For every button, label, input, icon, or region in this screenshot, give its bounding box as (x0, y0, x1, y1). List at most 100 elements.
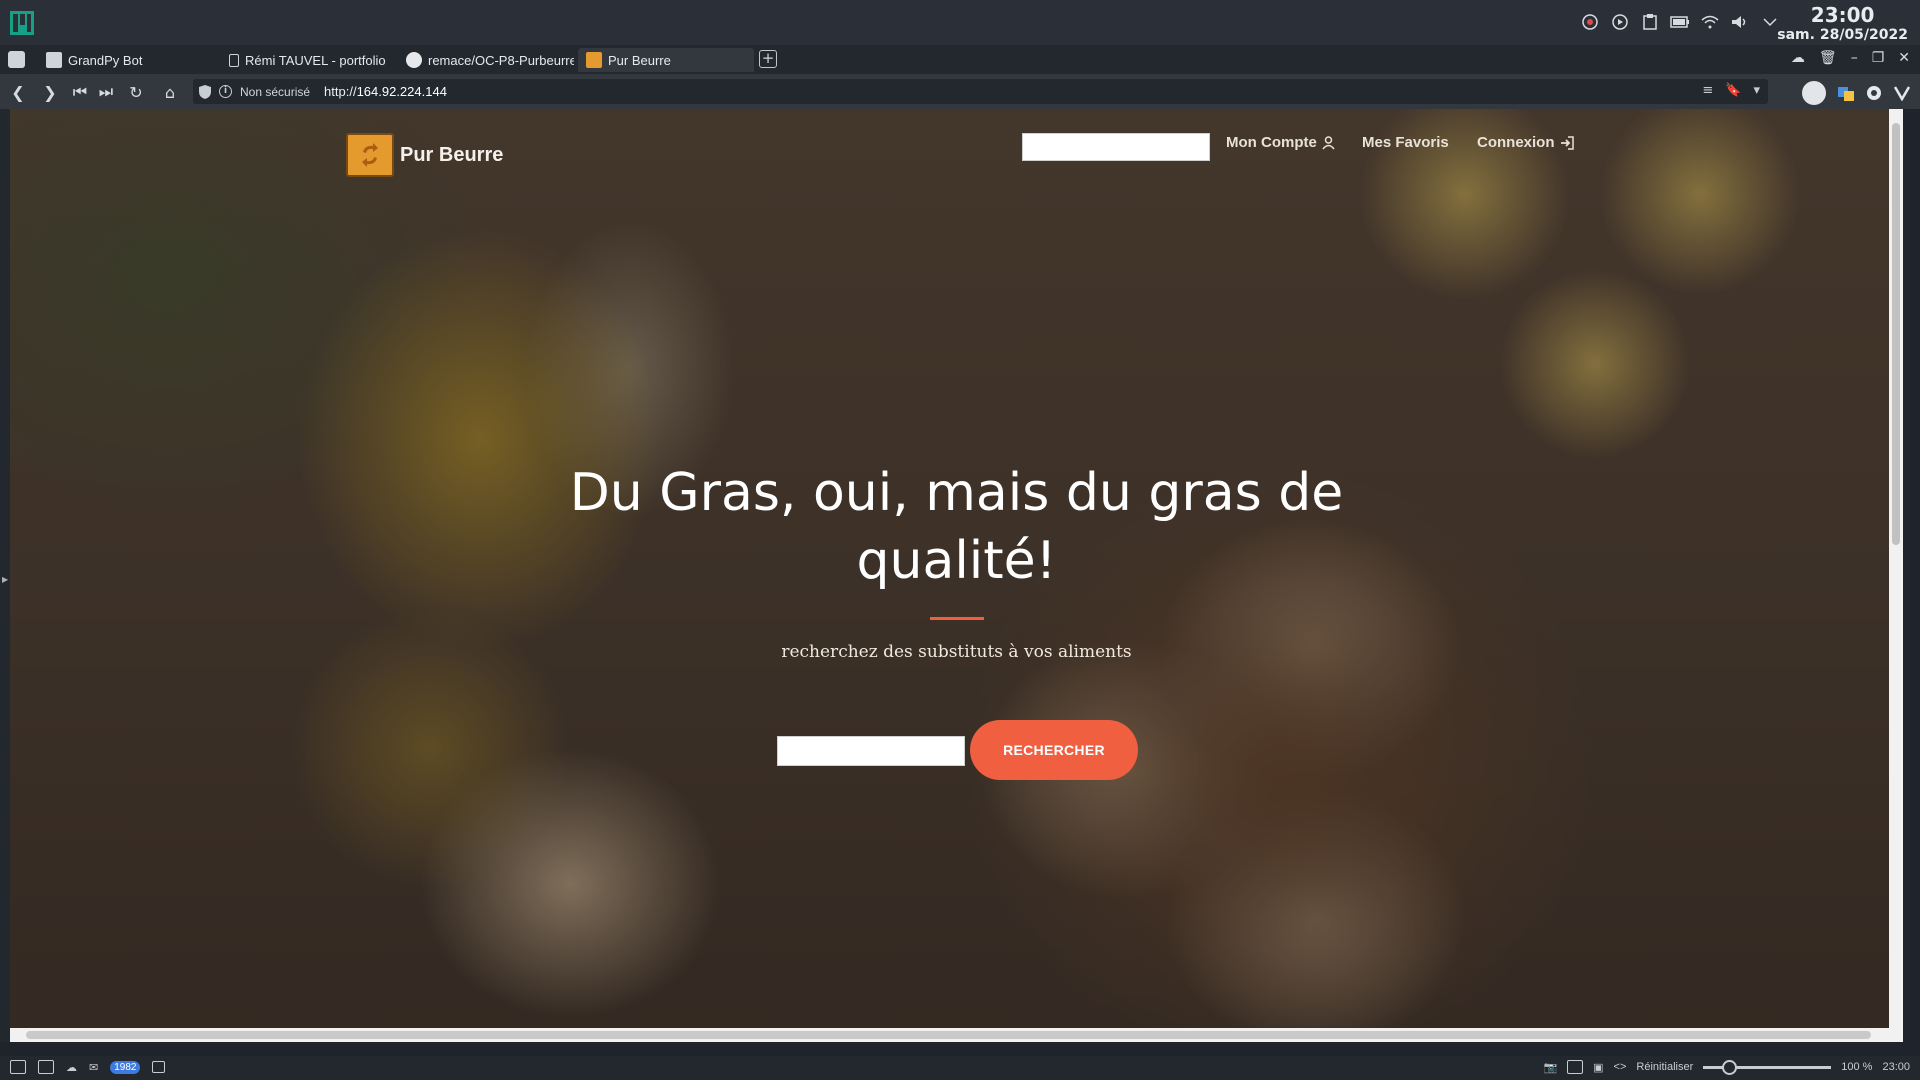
tab-grandpy-bot[interactable]: GrandPy Bot (38, 48, 214, 72)
nav-login-link[interactable]: Connexion (1477, 134, 1574, 151)
close-icon[interactable]: ✕ (1898, 50, 1910, 66)
back-icon[interactable]: ❮ (8, 82, 28, 102)
vivaldi-icon[interactable] (1894, 85, 1910, 101)
address-bar[interactable]: i Non sécurisé http://164.92.224.144 ≡ 🔖… (193, 79, 1768, 104)
github-favicon-icon (406, 52, 422, 68)
translate-icon[interactable] (1838, 85, 1854, 101)
brand-link[interactable]: Pur Beurre (346, 133, 503, 177)
info-icon[interactable]: i (219, 85, 232, 98)
dropdown-icon[interactable]: ▾ (1753, 83, 1760, 98)
status-right: 📷 ▣ <> Réinitialiser 100 % 23:00 (1543, 1059, 1910, 1075)
battery-icon[interactable] (1670, 12, 1690, 32)
shield-icon[interactable] (199, 84, 211, 99)
hero-search-input[interactable] (777, 736, 965, 766)
url-protocol: http:// (324, 84, 357, 99)
volume-icon[interactable] (1730, 12, 1750, 32)
navbar-search-input[interactable] (1022, 133, 1210, 161)
tab-portfolio[interactable]: Rémi TAUVEL - portfolio (218, 48, 394, 72)
wifi-icon[interactable] (1700, 12, 1720, 32)
capture-icon[interactable]: 📷 (1543, 1061, 1557, 1074)
trash-icon[interactable]: 🗑 (1819, 50, 1837, 66)
hero-title: Du Gras, oui, mais du gras de qualité! (10, 459, 1903, 595)
calendar-icon[interactable] (152, 1061, 166, 1073)
zoom-slider-knob[interactable] (1721, 1059, 1737, 1075)
status-clock: 23:00 (1882, 1061, 1910, 1073)
chevron-right-icon: ▶ (2, 575, 9, 584)
reader-icon[interactable]: ≡ (1702, 83, 1713, 98)
nav-favorites-link[interactable]: Mes Favoris (1362, 134, 1449, 151)
status-bar: ☁ ✉ 1982 📷 ▣ <> Réinitialiser 100 % 23:0… (0, 1056, 1920, 1080)
cloud-icon[interactable]: ☁ (1791, 50, 1805, 66)
new-tab-button[interactable]: + (759, 50, 777, 68)
web-viewport: Pur Beurre Mon Compte Mes Favoris Connex… (10, 109, 1903, 1042)
nav-account-label: Mon Compte (1226, 134, 1317, 151)
pur-beurre-logo-icon (346, 133, 394, 177)
tab-label: Pur Beurre (608, 52, 671, 68)
hero-title-line2: qualité! (856, 531, 1057, 591)
image-icon[interactable]: ▣ (1593, 1061, 1603, 1074)
mail-icon[interactable]: ✉ (89, 1061, 98, 1074)
rewind-icon[interactable]: ⏮ (70, 82, 90, 102)
hero-subtitle: recherchez des substituts à vos aliments (781, 642, 1132, 662)
tab-bar: GrandPy Bot Rémi TAUVEL - portfolio rema… (0, 45, 1920, 74)
tab-label: remace/OC-P8-Purbeurre (428, 52, 574, 68)
url-host: 164.92.224.144 (356, 84, 447, 99)
maximize-icon[interactable]: ❐ (1872, 50, 1885, 66)
app-menu-icon[interactable] (10, 11, 34, 35)
status-left: ☁ ✉ 1982 (10, 1060, 166, 1074)
tiling-icon[interactable] (38, 1060, 54, 1074)
extension-icon[interactable] (1866, 85, 1882, 101)
minimize-icon[interactable]: – (1851, 50, 1858, 66)
scrollbar-thumb[interactable] (1892, 123, 1900, 545)
window-icon[interactable] (1567, 1060, 1584, 1074)
play-icon[interactable] (1610, 12, 1630, 32)
nav-account-link[interactable]: Mon Compte (1226, 134, 1335, 151)
forward-icon[interactable]: ❯ (40, 82, 60, 102)
search-button[interactable]: RECHERCHER (970, 720, 1138, 780)
window-controls: ☁ 🗑 – ❐ ✕ (1791, 50, 1910, 66)
tab-pur-beurre[interactable]: Pur Beurre (578, 48, 754, 72)
system-tray (1580, 12, 1780, 32)
address-actions: ≡ 🔖 ▾ (1702, 83, 1760, 98)
mail-count-badge[interactable]: 1982 (110, 1060, 141, 1074)
system-top-bar: 23:00 sam. 28/05/2022 (0, 0, 1920, 45)
zoom-reset-button[interactable]: Réinitialiser (1636, 1061, 1693, 1073)
user-icon (1322, 135, 1335, 149)
tab-label: Rémi TAUVEL - portfolio (245, 52, 386, 68)
home-icon[interactable]: ⌂ (160, 82, 180, 102)
purbeurre-favicon-icon (586, 52, 602, 68)
security-label: Non sécurisé (240, 84, 311, 99)
horizontal-scrollbar[interactable] (10, 1028, 1903, 1042)
brand-name: Pur Beurre (400, 143, 504, 166)
profile-avatar[interactable] (1802, 81, 1826, 105)
code-icon[interactable]: <> (1614, 1061, 1627, 1073)
browser-menu-icon[interactable] (8, 51, 25, 68)
toolbar-extensions (1802, 81, 1910, 105)
nav-favorites-label: Mes Favoris (1362, 134, 1449, 151)
sync-cloud-icon[interactable]: ☁ (66, 1061, 77, 1074)
url-text[interactable]: http://164.92.224.144 (324, 84, 447, 99)
hero-divider (930, 617, 984, 620)
panel-toggle-icon[interactable] (10, 1060, 26, 1074)
side-panel-toggle[interactable]: ▶ (0, 109, 10, 1042)
site-navbar: Pur Beurre Mon Compte Mes Favoris Connex… (10, 109, 1903, 189)
clipboard-icon[interactable] (1640, 12, 1660, 32)
update-icon[interactable] (1580, 12, 1600, 32)
sign-in-icon (1560, 135, 1574, 150)
tab-label: GrandPy Bot (68, 52, 143, 68)
zoom-level: 100 % (1841, 1061, 1873, 1073)
nav-login-label: Connexion (1477, 134, 1555, 151)
clock-date: sam. 28/05/2022 (1777, 27, 1908, 43)
fast-forward-icon[interactable]: ⏭ (96, 82, 116, 102)
zoom-slider[interactable] (1703, 1059, 1832, 1075)
scrollbar-thumb[interactable] (26, 1031, 1871, 1039)
tab-github-repo[interactable]: remace/OC-P8-Purbeurre (398, 48, 574, 72)
clock-time: 23:00 (1810, 3, 1875, 27)
system-clock[interactable]: 23:00 sam. 28/05/2022 (1777, 4, 1908, 44)
hero-title-line1: Du Gras, oui, mais du gras de (569, 463, 1344, 523)
reload-icon[interactable]: ↻ (126, 82, 146, 102)
vertical-scrollbar[interactable] (1889, 109, 1903, 1042)
robot-favicon-icon (46, 52, 62, 68)
bookmark-icon[interactable]: 🔖 (1725, 83, 1741, 98)
page-favicon-icon (229, 53, 239, 67)
